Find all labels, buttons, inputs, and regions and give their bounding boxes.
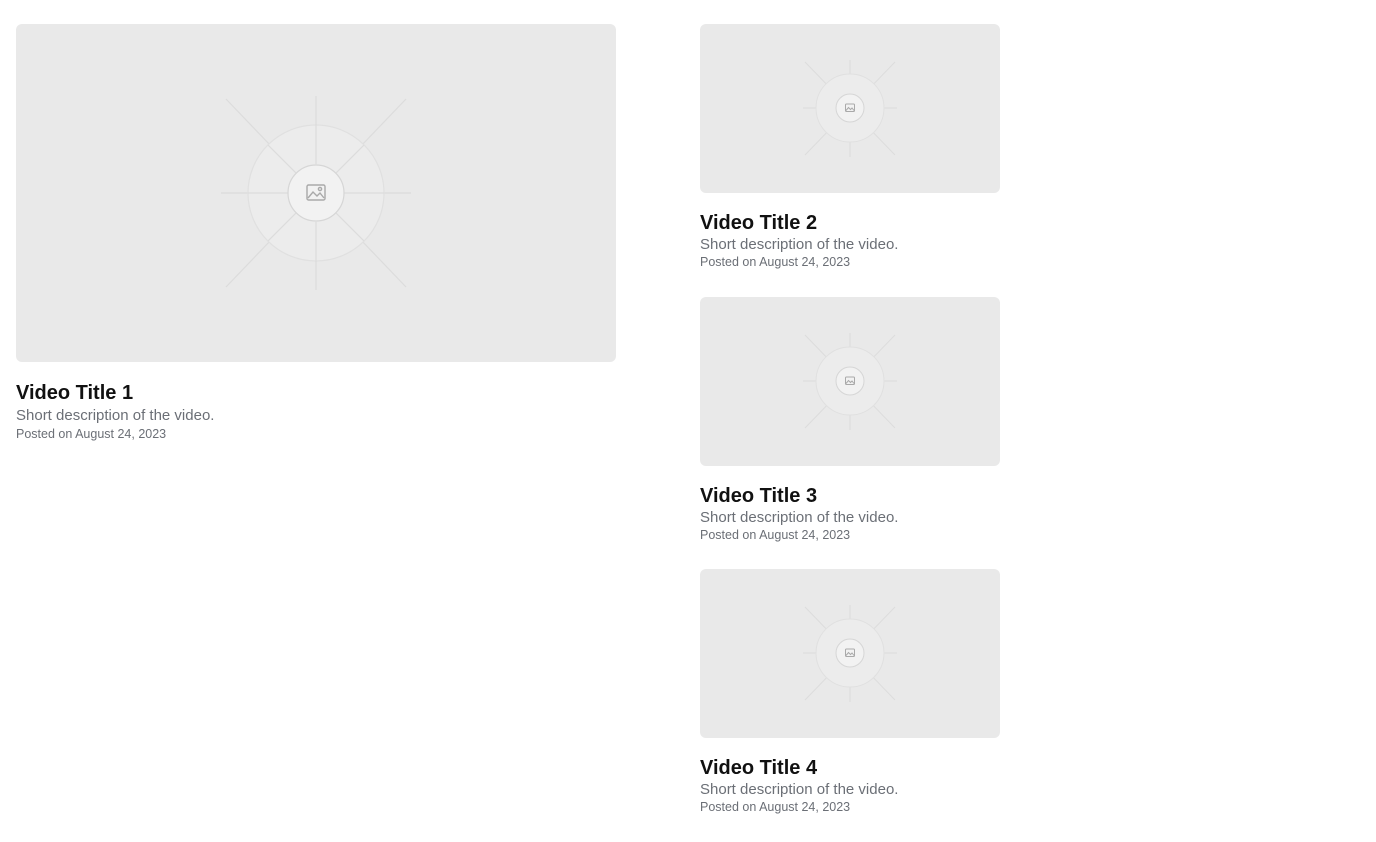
video-card: Video Title 4 Short description of the v… xyxy=(700,569,1000,816)
video-description: Short description of the video. xyxy=(700,781,899,798)
video-posted-date: Posted on August 24, 2023 xyxy=(700,528,851,542)
video-thumbnail[interactable] xyxy=(700,297,1000,466)
image-placeholder-icon xyxy=(803,333,897,430)
video-thumbnail[interactable] xyxy=(16,24,616,362)
image-placeholder-icon xyxy=(803,60,897,157)
video-posted-date: Posted on August 24, 2023 xyxy=(700,800,851,814)
image-placeholder-icon xyxy=(803,605,897,702)
video-card: Video Title 2 Short description of the v… xyxy=(700,24,1000,271)
video-thumbnail[interactable] xyxy=(700,24,1000,193)
video-title[interactable]: Video Title 4 xyxy=(700,756,1000,780)
video-description: Short description of the video. xyxy=(700,509,899,526)
video-description: Short description of the video. xyxy=(700,236,899,253)
video-posted-date: Posted on August 24, 2023 xyxy=(700,255,851,269)
video-title[interactable]: Video Title 2 xyxy=(700,211,1000,235)
video-card-featured: Video Title 1 Short description of the v… xyxy=(16,24,616,443)
video-posted-date: Posted on August 24, 2023 xyxy=(16,427,167,441)
video-card: Video Title 3 Short description of the v… xyxy=(700,297,1000,544)
image-placeholder-icon xyxy=(221,96,411,290)
video-title[interactable]: Video Title 1 xyxy=(16,381,616,405)
video-thumbnail[interactable] xyxy=(700,569,1000,738)
video-description: Short description of the video. xyxy=(16,407,215,424)
video-title[interactable]: Video Title 3 xyxy=(700,484,1000,508)
